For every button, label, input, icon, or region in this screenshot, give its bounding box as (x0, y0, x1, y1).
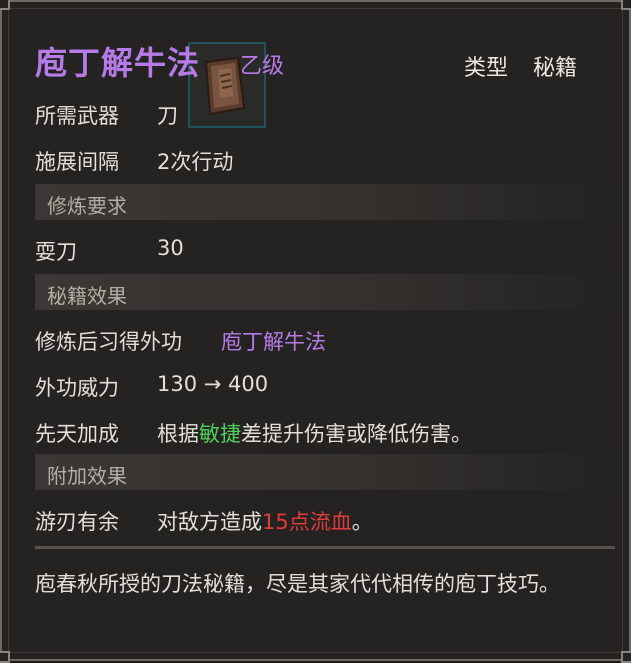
innate-bonus-text: 根据敏捷差提升伤害或降低伤害。 (157, 418, 472, 448)
bleed-amount: 15点流血 (262, 510, 352, 534)
innate-bonus-prefix: 根据 (157, 422, 199, 446)
innate-bonus-label: 先天加成 (35, 422, 119, 446)
innate-bonus-suffix: 差提升伤害或降低伤害。 (241, 422, 472, 446)
required-skill-label: 耍刀 (35, 240, 77, 264)
extra-effect-suffix: 。 (351, 510, 373, 534)
corner-ornament (621, 651, 631, 663)
corner-ornament (0, 0, 10, 10)
extra-effect-name: 游刃有余 (35, 510, 119, 534)
interval-value: 2次行动 (157, 150, 234, 174)
extra-effects-section-title: 附加效果 (47, 464, 127, 488)
learned-skill-label: 修炼后习得外功 (35, 330, 182, 354)
weapon-label: 所需武器 (35, 104, 119, 128)
grade-label: 乙级 (240, 54, 285, 79)
type-label: 类型 (464, 56, 509, 81)
weapon-value: 刀 (157, 104, 178, 128)
extra-effects-section-header: 附加效果 (35, 454, 615, 490)
corner-ornament (0, 651, 10, 663)
innate-attribute: 敏捷 (199, 422, 241, 446)
interval-label: 施展间隔 (35, 150, 119, 174)
extra-effect-desc: 对敌方造成15点流血。 (157, 506, 373, 536)
description-divider (35, 546, 615, 549)
effects-section-header: 秘籍效果 (35, 274, 615, 310)
learned-skill-link[interactable]: 庖丁解牛法 (221, 326, 326, 356)
required-skill-value: 30 (157, 236, 184, 260)
power-value: 130 → 400 (157, 372, 269, 396)
skill-name-title: 庖丁解牛法 (35, 44, 201, 82)
effects-section-title: 秘籍效果 (47, 284, 127, 308)
type-value: 秘籍 (533, 56, 578, 81)
extra-effect-prefix: 对敌方造成 (157, 510, 262, 534)
requirements-section-title: 修炼要求 (47, 194, 127, 218)
item-description: 庖春秋所授的刀法秘籍，尽是其家代代相传的庖丁技巧。 (35, 572, 560, 596)
requirements-section-header: 修炼要求 (35, 184, 615, 220)
corner-ornament (621, 0, 631, 10)
power-label: 外功威力 (35, 376, 119, 400)
